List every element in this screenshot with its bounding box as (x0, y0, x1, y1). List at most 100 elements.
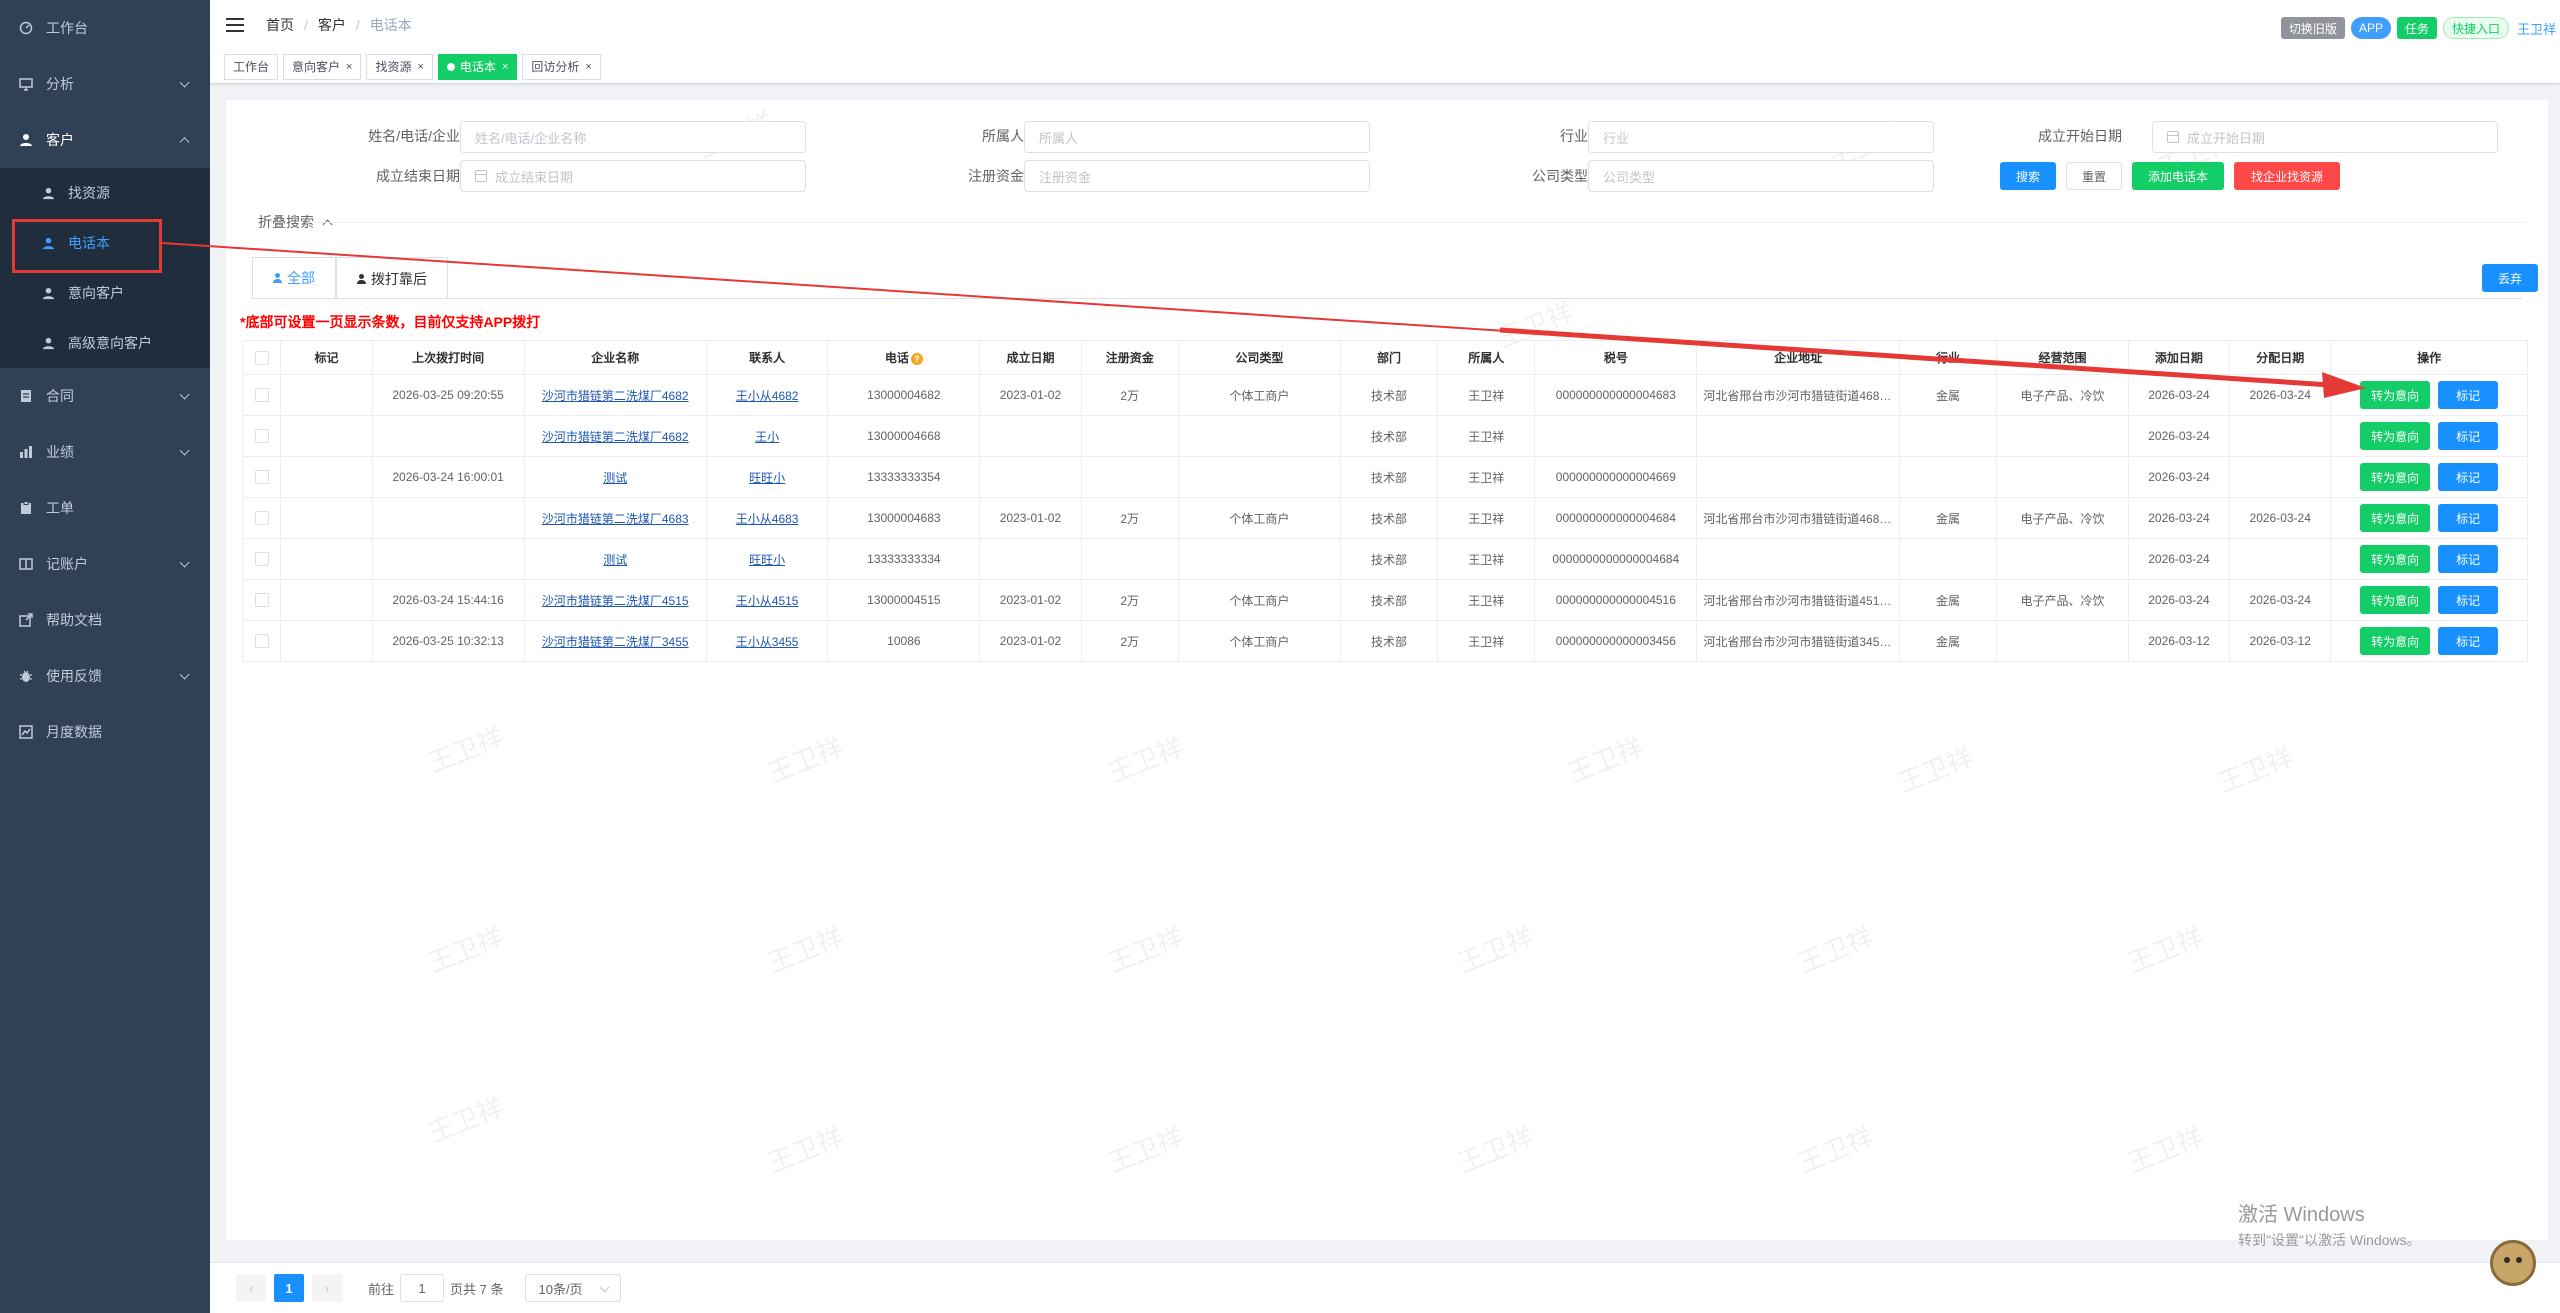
name-phone-company-input[interactable]: 姓名/电话/企业名称 (460, 121, 806, 153)
convert-to-intent-button[interactable]: 转为意向 (2360, 627, 2431, 655)
contact-link[interactable]: 王小从4515 (705, 579, 829, 621)
select-all-cell[interactable] (241, 340, 282, 375)
table-row[interactable]: 2026-03-25 09:20:55 沙河市猎链第二洗煤厂4682 王小从4682… (241, 374, 2528, 416)
select-cell[interactable] (241, 538, 282, 580)
mark-button[interactable]: 标记 (2438, 627, 2499, 655)
company-name-link[interactable]: 沙河市猎链第二洗煤厂4515 (523, 579, 707, 621)
tab-all[interactable]: 全部 (252, 257, 336, 299)
app-button[interactable]: APP (2350, 17, 2391, 39)
company-name-link[interactable]: 沙河市猎链第二洗煤厂4682 (523, 415, 707, 457)
convert-to-intent-button[interactable]: 转为意向 (2360, 463, 2431, 491)
end-date-picker[interactable]: 成立结束日期 (460, 160, 806, 192)
company-name-link[interactable]: 沙河市猎链第二洗煤厂4683 (523, 497, 707, 539)
mark-button[interactable]: 标记 (2438, 504, 2499, 532)
close-icon[interactable]: × (346, 61, 352, 73)
industry-input[interactable]: 行业 (1588, 121, 1934, 153)
contact-link[interactable]: 王小从3455 (705, 620, 829, 662)
contact-link[interactable]: 王小从4682 (705, 374, 829, 416)
breadcrumb-customer[interactable]: 客户 (318, 15, 346, 35)
convert-to-intent-button[interactable]: 转为意向 (2360, 504, 2431, 532)
company-name-link[interactable]: 沙河市猎链第二洗煤厂3455 (523, 620, 707, 662)
row-checkbox[interactable] (254, 470, 269, 485)
sidebar-item-dashboard[interactable]: 工作台 (0, 0, 210, 56)
goto-page-input[interactable]: 1 (400, 1274, 445, 1302)
sidebar-item-feedback[interactable]: 使用反馈 (0, 648, 210, 704)
tag-find-resource[interactable]: 找资源 × (366, 53, 433, 80)
tag-phonebook[interactable]: 电话本 × (437, 53, 518, 80)
hamburger-icon[interactable] (226, 18, 244, 32)
tag-dashboard[interactable]: 工作台 (224, 53, 279, 80)
company-name-link[interactable]: 测试 (523, 538, 707, 580)
contact-link[interactable]: 旺旺小 (705, 538, 829, 580)
select-cell[interactable] (241, 374, 282, 416)
page-size-select[interactable]: 10条/页 (525, 1274, 622, 1302)
sidebar-subitem-senior-intent[interactable]: 高级意向客户 (0, 318, 210, 368)
breadcrumb-home[interactable]: 首页 (266, 15, 294, 35)
row-checkbox[interactable] (254, 388, 269, 403)
user-name[interactable]: 王卫祥 (2517, 19, 2556, 38)
sidebar-item-help-docs[interactable]: 帮助文档 (0, 592, 210, 648)
sidebar-item-contract[interactable]: 合同 (0, 368, 210, 424)
page-number-current[interactable]: 1 (274, 1274, 304, 1302)
task-button[interactable]: 任务 (2396, 17, 2437, 39)
convert-to-intent-button[interactable]: 转为意向 (2360, 586, 2431, 614)
select-cell[interactable] (241, 456, 282, 498)
prev-page-button[interactable]: ‹ (236, 1274, 266, 1302)
company-name-link[interactable]: 沙河市猎链第二洗煤厂4682 (523, 374, 707, 416)
contact-link[interactable]: 旺旺小 (705, 456, 829, 498)
contact-link[interactable]: 王小 (705, 415, 829, 457)
convert-to-intent-button[interactable]: 转为意向 (2360, 381, 2431, 409)
row-checkbox[interactable] (254, 429, 269, 444)
search-button[interactable]: 搜索 (2000, 162, 2056, 190)
select-all-checkbox[interactable] (254, 350, 269, 365)
find-company-button[interactable]: 找企业找资源 (2234, 162, 2340, 190)
add-phonebook-button[interactable]: 添加电话本 (2132, 162, 2224, 190)
mark-button[interactable]: 标记 (2438, 586, 2499, 614)
mark-button[interactable]: 标记 (2438, 545, 2499, 573)
tab-after-call[interactable]: 拨打靠后 (336, 257, 448, 299)
close-icon[interactable]: × (585, 61, 591, 73)
select-cell[interactable] (241, 579, 282, 621)
table-row[interactable]: 2026-03-24 15:44:16 沙河市猎链第二洗煤厂4515 王小从4515… (241, 579, 2528, 621)
row-checkbox[interactable] (254, 511, 269, 526)
sidebar-item-account[interactable]: 记账户 (0, 536, 210, 592)
table-row[interactable]: 沙河市猎链第二洗煤厂4683 王小从4683 13000004683 2023-01-… (241, 497, 2528, 539)
mascot-avatar-icon[interactable] (2490, 1240, 2536, 1286)
table-row[interactable]: 2026-03-25 10:32:13 沙河市猎链第二洗煤厂3455 王小从3455… (241, 620, 2528, 662)
question-icon[interactable]: ? (910, 352, 923, 365)
sidebar-item-performance[interactable]: 业绩 (0, 424, 210, 480)
reset-button[interactable]: 重置 (2066, 162, 2122, 190)
sidebar-subitem-intent-customer[interactable]: 意向客户 (0, 268, 210, 318)
next-page-button[interactable]: › (312, 1274, 342, 1302)
table-row[interactable]: 2026-03-24 16:00:01 测试 旺旺小 13333333354 技术部 王卫… (241, 456, 2528, 498)
capital-input[interactable]: 注册资金 (1024, 160, 1370, 192)
tag-callback-analysis[interactable]: 回访分析 × (522, 53, 601, 80)
table-row[interactable]: 测试 旺旺小 13333333334 技术部 王卫祥 000000000000000468… (241, 538, 2528, 580)
switch-old-version-button[interactable]: 切换旧版 (2280, 17, 2345, 39)
row-checkbox[interactable] (254, 593, 269, 608)
sidebar-item-workorder[interactable]: 工单 (0, 480, 210, 536)
select-cell[interactable] (241, 415, 282, 457)
mark-button[interactable]: 标记 (2438, 422, 2499, 450)
contact-link[interactable]: 王小从4683 (705, 497, 829, 539)
sidebar-item-monthly-data[interactable]: 月度数据 (0, 704, 210, 760)
company-type-select[interactable]: 公司类型 (1588, 160, 1934, 192)
close-icon[interactable]: × (502, 61, 508, 73)
tag-intent-customer[interactable]: 意向客户 × (283, 53, 362, 80)
convert-to-intent-button[interactable]: 转为意向 (2360, 545, 2431, 573)
sidebar-subitem-find-resource[interactable]: 找资源 (0, 168, 210, 218)
mark-button[interactable]: 标记 (2438, 463, 2499, 491)
row-checkbox[interactable] (254, 634, 269, 649)
mark-button[interactable]: 标记 (2438, 381, 2499, 409)
convert-to-intent-button[interactable]: 转为意向 (2360, 422, 2431, 450)
sidebar-item-customer[interactable]: 客户 (0, 112, 210, 168)
select-cell[interactable] (241, 620, 282, 662)
sidebar-subitem-phonebook[interactable]: 电话本 (0, 218, 210, 268)
quick-entry-button[interactable]: 快捷入口 (2442, 17, 2509, 39)
select-cell[interactable] (241, 497, 282, 539)
owner-input[interactable]: 所属人 (1024, 121, 1370, 153)
sidebar-item-analysis[interactable]: 分析 (0, 56, 210, 112)
row-checkbox[interactable] (254, 552, 269, 567)
start-date-picker[interactable]: 成立开始日期 (2152, 121, 2498, 153)
table-row[interactable]: 沙河市猎链第二洗煤厂4682 王小 13000004668 技术部 王卫祥 2026-03… (241, 415, 2528, 457)
